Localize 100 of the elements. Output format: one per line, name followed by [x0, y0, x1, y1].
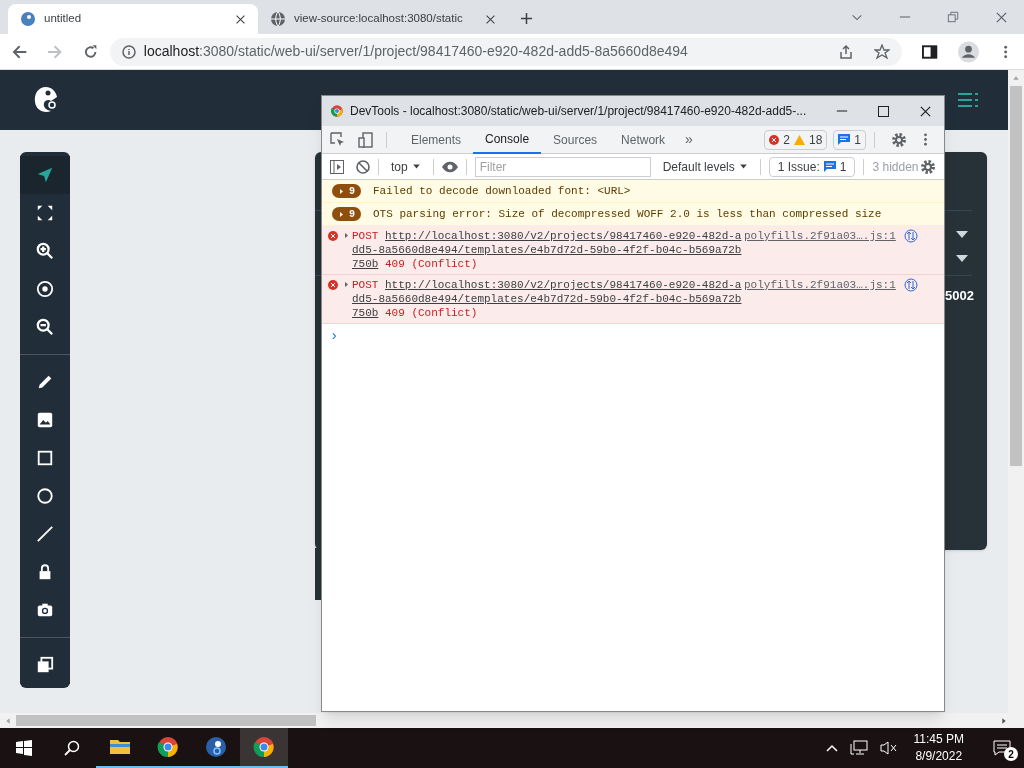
scroll-right-icon[interactable]: [1000, 716, 1008, 725]
time-text: 11:45 PM: [913, 731, 964, 748]
devtools-tab[interactable]: Console: [473, 125, 542, 154]
source-link[interactable]: polyfills.2f91a03….js:1: [744, 229, 896, 243]
warning-message: OTS parsing error: Size of decompressed WOFF 2.0 is less than compressed size: [373, 206, 882, 222]
error-message: POST http://localhost:3080/v2/projects/98417460-e920-482d-add5-8a5660d8e494/templates/e4b7d72d-59b0-4f2f-b04c-b569a72b750b 409 (Conflict): [352, 229, 742, 271]
context-dropdown[interactable]: top: [387, 157, 425, 176]
line-icon: [36, 525, 54, 543]
message-icon: [838, 134, 851, 145]
tab-title: view-source:localhost:3080/static: [294, 11, 464, 27]
back-icon[interactable]: [12, 43, 28, 60]
more-tabs-button[interactable]: »: [677, 129, 701, 150]
warning-icon: [793, 134, 805, 145]
layers-icon: [36, 656, 54, 674]
error-count: 2: [783, 131, 790, 149]
address-text: localhost:3080/static/web-ui/server/1/project/98417460-e920-482d-add5-8a5660d8e494: [143, 42, 688, 61]
close-icon[interactable]: [235, 13, 246, 25]
error-icon: [769, 134, 780, 145]
message-icon: [823, 161, 836, 172]
console-prompt[interactable]: ›: [322, 324, 944, 349]
issues-count: 1: [839, 158, 847, 176]
address-bar[interactable]: localhost:3080/static/web-ui/server/1/project/98417460-e920-482d-add5-8a5660d8e494: [109, 37, 903, 66]
windows-icon: [16, 740, 32, 756]
device-icon[interactable]: [358, 131, 374, 148]
settings-icon[interactable]: [920, 158, 936, 175]
devtools-tab[interactable]: Sources: [541, 125, 610, 154]
message-counter[interactable]: 1: [833, 129, 866, 150]
globe-icon: [270, 11, 286, 27]
notification-count: 2: [1004, 747, 1018, 761]
chevron-up-icon[interactable]: [825, 744, 838, 752]
warning-message: Failed to decode downloaded font: <URL>: [373, 183, 631, 199]
eye-icon[interactable]: [441, 160, 458, 173]
tab-title: untitled: [44, 11, 83, 27]
chrome-icon: [156, 735, 180, 759]
network-icon[interactable]: [849, 740, 868, 756]
hidden-count: 3 hidden: [872, 158, 919, 176]
dropdown-caret-icon[interactable]: [956, 255, 968, 263]
profile-icon[interactable]: [957, 40, 979, 63]
network-request-icon[interactable]: [903, 229, 918, 243]
issues-button[interactable]: 1 Issue: 1: [768, 156, 856, 177]
image-icon: [36, 411, 54, 429]
target-icon: [36, 280, 54, 298]
scroll-thumb[interactable]: [16, 715, 316, 726]
repeat-count-text: 9: [349, 207, 355, 222]
expand-icon[interactable]: [338, 187, 345, 195]
close-icon[interactable]: [919, 104, 932, 118]
error-message: POST http://localhost:3080/v2/projects/98417460-e920-482d-add5-8a5660d8e494/templates/e4b7d72d-59b0-4f2f-b04c-b569a72b750b 409 (Conflict): [352, 278, 742, 320]
pencil-icon: [36, 373, 54, 391]
search-icon: [64, 740, 80, 756]
network-request-icon[interactable]: [903, 278, 918, 292]
notification-button[interactable]: 2: [980, 728, 1024, 768]
inspect-icon[interactable]: [330, 131, 346, 148]
error-icon: [328, 280, 338, 290]
share-icon[interactable]: [838, 43, 855, 60]
warning-count: 18: [808, 131, 823, 149]
issues-label: 1 Issue:: [777, 158, 820, 176]
taskbar-app[interactable]: [240, 728, 288, 768]
issue-counter[interactable]: 2 18: [764, 129, 828, 150]
info-icon: [121, 44, 136, 59]
browser-tab[interactable]: view-source:localhost:3080/static: [258, 4, 508, 34]
clear-icon[interactable]: [356, 159, 370, 174]
zoom-in-icon: [36, 242, 54, 260]
menu-icon[interactable]: [958, 93, 978, 107]
sidebar-icon[interactable]: [330, 159, 344, 174]
filter-field[interactable]: Filter: [474, 156, 651, 177]
restore-icon[interactable]: [947, 11, 959, 23]
panel-value: 5002: [945, 287, 974, 305]
caret-icon[interactable]: [738, 162, 748, 171]
expand-icon[interactable]: [338, 210, 345, 218]
settings-icon[interactable]: [891, 131, 907, 148]
square-icon: [36, 449, 54, 467]
date-text: 8/9/2022: [915, 748, 963, 765]
error-icon: [328, 231, 338, 241]
star-icon[interactable]: [874, 43, 891, 60]
expand-icon[interactable]: [343, 281, 350, 288]
levels-dropdown[interactable]: Default levels: [658, 157, 752, 176]
chrome-icon: [252, 735, 276, 759]
speaker-muted-icon[interactable]: [879, 740, 898, 756]
new-tab-icon[interactable]: [520, 12, 533, 25]
clock[interactable]: 11:45 PM 8/9/2022: [909, 731, 968, 765]
maximize-icon[interactable]: [878, 105, 889, 117]
side-panel-icon[interactable]: [922, 43, 938, 60]
vertical-scrollbar[interactable]: [1008, 70, 1024, 713]
pointer-icon: [36, 166, 54, 184]
scroll-thumb[interactable]: [1010, 86, 1022, 466]
dropdown-caret-icon[interactable]: [956, 231, 968, 239]
close-icon[interactable]: [485, 13, 496, 25]
horizontal-scrollbar[interactable]: [0, 713, 1024, 728]
caret-icon[interactable]: [411, 162, 421, 171]
devtools-tab[interactable]: Elements: [399, 125, 474, 154]
source-link[interactable]: polyfills.2f91a03….js:1: [744, 278, 896, 292]
message-count: 1: [854, 131, 861, 149]
devtools-tab[interactable]: Network: [609, 125, 678, 154]
window-title: DevTools - localhost:3080/static/web-ui/server/1/project/98417460-e920-482d-add5-...: [350, 103, 807, 120]
expand-icon[interactable]: [343, 232, 350, 239]
browser-tab[interactable]: untitled: [8, 4, 258, 34]
chrome-icon: [330, 104, 344, 118]
circle-icon: [36, 487, 54, 505]
camera-icon: [36, 601, 54, 619]
reload-icon[interactable]: [82, 43, 98, 60]
